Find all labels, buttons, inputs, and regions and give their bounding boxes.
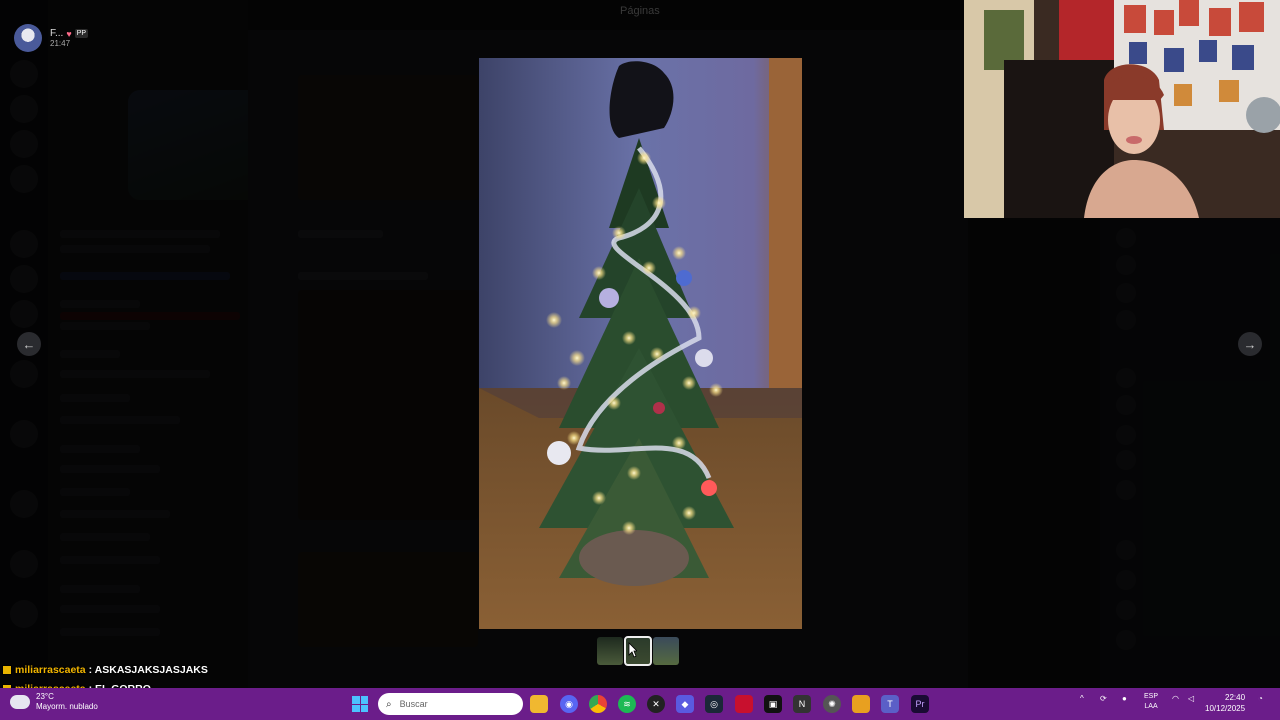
steam-icon[interactable]: ◎ (705, 695, 723, 713)
discord-icon[interactable]: ◉ (560, 695, 578, 713)
weather-temp: 23°C (36, 692, 54, 701)
microphone-icon[interactable]: ● (1122, 694, 1127, 703)
chat-text: : ASKASJAKSJASJAKS (88, 663, 208, 676)
screen: Páginas F... ♥ PP 21:47 ← → miliarrascae… (0, 0, 1280, 720)
previous-image-button[interactable]: ← (17, 332, 41, 356)
chevron-up-icon[interactable]: ^ (1080, 694, 1084, 703)
premiere-icon[interactable]: Pr (911, 695, 929, 713)
sync-icon[interactable]: ⟳ (1100, 694, 1107, 703)
thumbnail[interactable] (597, 637, 623, 665)
chrome-icon[interactable] (589, 695, 607, 713)
capcut-icon[interactable]: ▣ (764, 695, 782, 713)
streamlabs-icon[interactable]: ◆ (676, 695, 694, 713)
webcam-feed (964, 0, 1280, 218)
user-profile[interactable]: F... ♥ PP 21:47 (14, 24, 89, 52)
search-placeholder: Buscar (399, 699, 428, 709)
chat-message: miliarrascaeta : ASKASJAKSJASJAKS (2, 660, 208, 679)
thumbnail[interactable] (653, 637, 679, 665)
teams-icon[interactable]: T (881, 695, 899, 713)
search-icon: ⌕ (386, 698, 392, 710)
notification-bell-icon[interactable]: ◔ (1258, 694, 1263, 703)
spotify-icon[interactable]: ≋ (618, 695, 636, 713)
notion-icon[interactable]: N (793, 695, 811, 713)
chatgpt-icon[interactable]: ✺ (823, 695, 841, 713)
taskbar: 23°C Mayorm. nublado ⌕ Buscar ◉ ≋ ✕ ◆ ◎ … (0, 688, 1280, 720)
language-indicator[interactable]: ESP LAA (1144, 692, 1158, 712)
system-clock[interactable]: 22:40 10/12/2025 (1205, 692, 1245, 714)
cursor-icon (628, 642, 637, 658)
avatar[interactable] (14, 24, 42, 52)
thumbnail-strip (597, 636, 681, 666)
user-badge: PP (74, 29, 89, 38)
language-code: ESP (1144, 693, 1159, 700)
cloud-icon (10, 695, 30, 709)
user-timestamp: 21:47 (50, 39, 71, 48)
keyboard-layout: LAA (1144, 703, 1158, 710)
chat-badge-icon (2, 664, 12, 675)
windows-start-icon[interactable] (352, 696, 368, 712)
taskbar-search[interactable]: ⌕ Buscar (378, 693, 523, 715)
user-name: F... (50, 28, 64, 39)
weather-desc: Mayorm. nublado (36, 702, 98, 711)
clock-time: 22:40 (1225, 693, 1246, 702)
weather-widget[interactable]: 23°C Mayorm. nublado (10, 692, 98, 712)
xbox-icon[interactable]: ✕ (647, 695, 665, 713)
heart-icon: ♥ (66, 28, 72, 39)
wifi-icon[interactable]: ◠ (1172, 694, 1179, 703)
chat-username: miliarrascaeta (15, 663, 86, 676)
next-image-button[interactable]: → (1238, 332, 1262, 356)
file-explorer-icon[interactable] (530, 695, 548, 713)
volume-icon[interactable]: ◁ (1188, 694, 1194, 703)
window-title: Páginas (620, 5, 660, 17)
clock-date: 10/12/2025 (1205, 704, 1246, 713)
app-orange-icon[interactable] (852, 695, 870, 713)
viewed-image (479, 58, 802, 629)
app-red-icon[interactable] (735, 695, 753, 713)
